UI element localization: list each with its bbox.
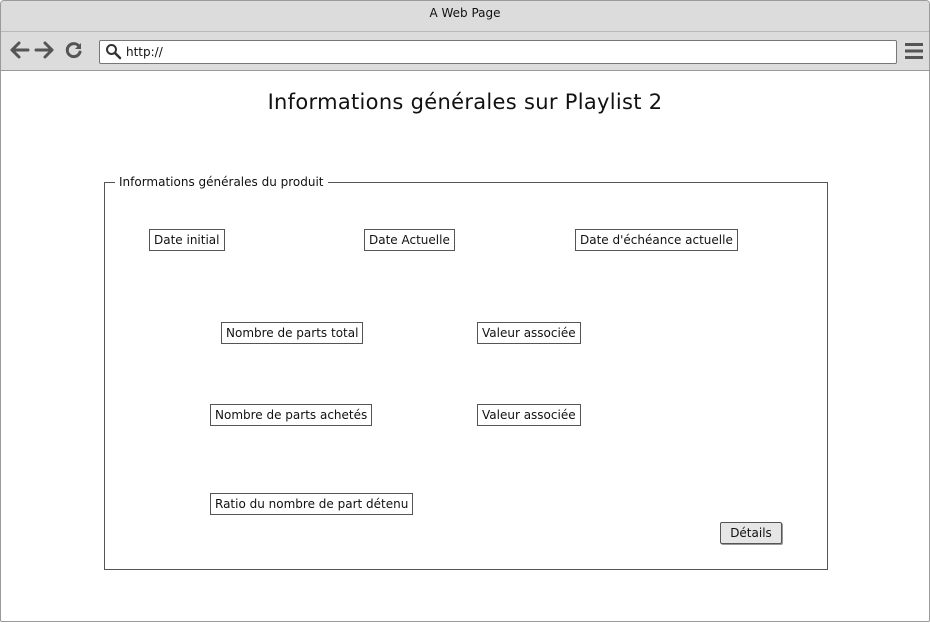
valeur-associee-achetes-field: Valeur associée	[477, 404, 581, 426]
date-echeance-field: Date d'échéance actuelle	[575, 229, 738, 251]
ratio-field: Ratio du nombre de part détenu	[210, 493, 414, 515]
browser-toolbar	[1, 32, 929, 71]
group-legend: Informations générales du produit	[115, 175, 328, 189]
reload-icon[interactable]	[64, 40, 84, 60]
date-actuelle-field: Date Actuelle	[364, 229, 455, 251]
hamburger-menu-icon[interactable]	[905, 42, 923, 60]
nombre-parts-achetes-field: Nombre de parts achetés	[210, 404, 373, 426]
date-initial-field: Date initial	[149, 229, 225, 251]
window-titlebar: A Web Page	[1, 1, 929, 32]
details-button[interactable]: Détails	[720, 522, 782, 544]
window-title: A Web Page	[429, 6, 501, 20]
nombre-parts-total-field: Nombre de parts total	[221, 322, 364, 344]
back-arrow-icon[interactable]	[10, 40, 30, 60]
address-bar[interactable]	[99, 40, 897, 64]
page-title: Informations générales sur Playlist 2	[267, 90, 663, 114]
valeur-associee-total-field: Valeur associée	[477, 322, 581, 344]
forward-arrow-icon[interactable]	[34, 40, 54, 60]
url-input[interactable]	[126, 43, 886, 61]
search-icon	[106, 44, 122, 60]
